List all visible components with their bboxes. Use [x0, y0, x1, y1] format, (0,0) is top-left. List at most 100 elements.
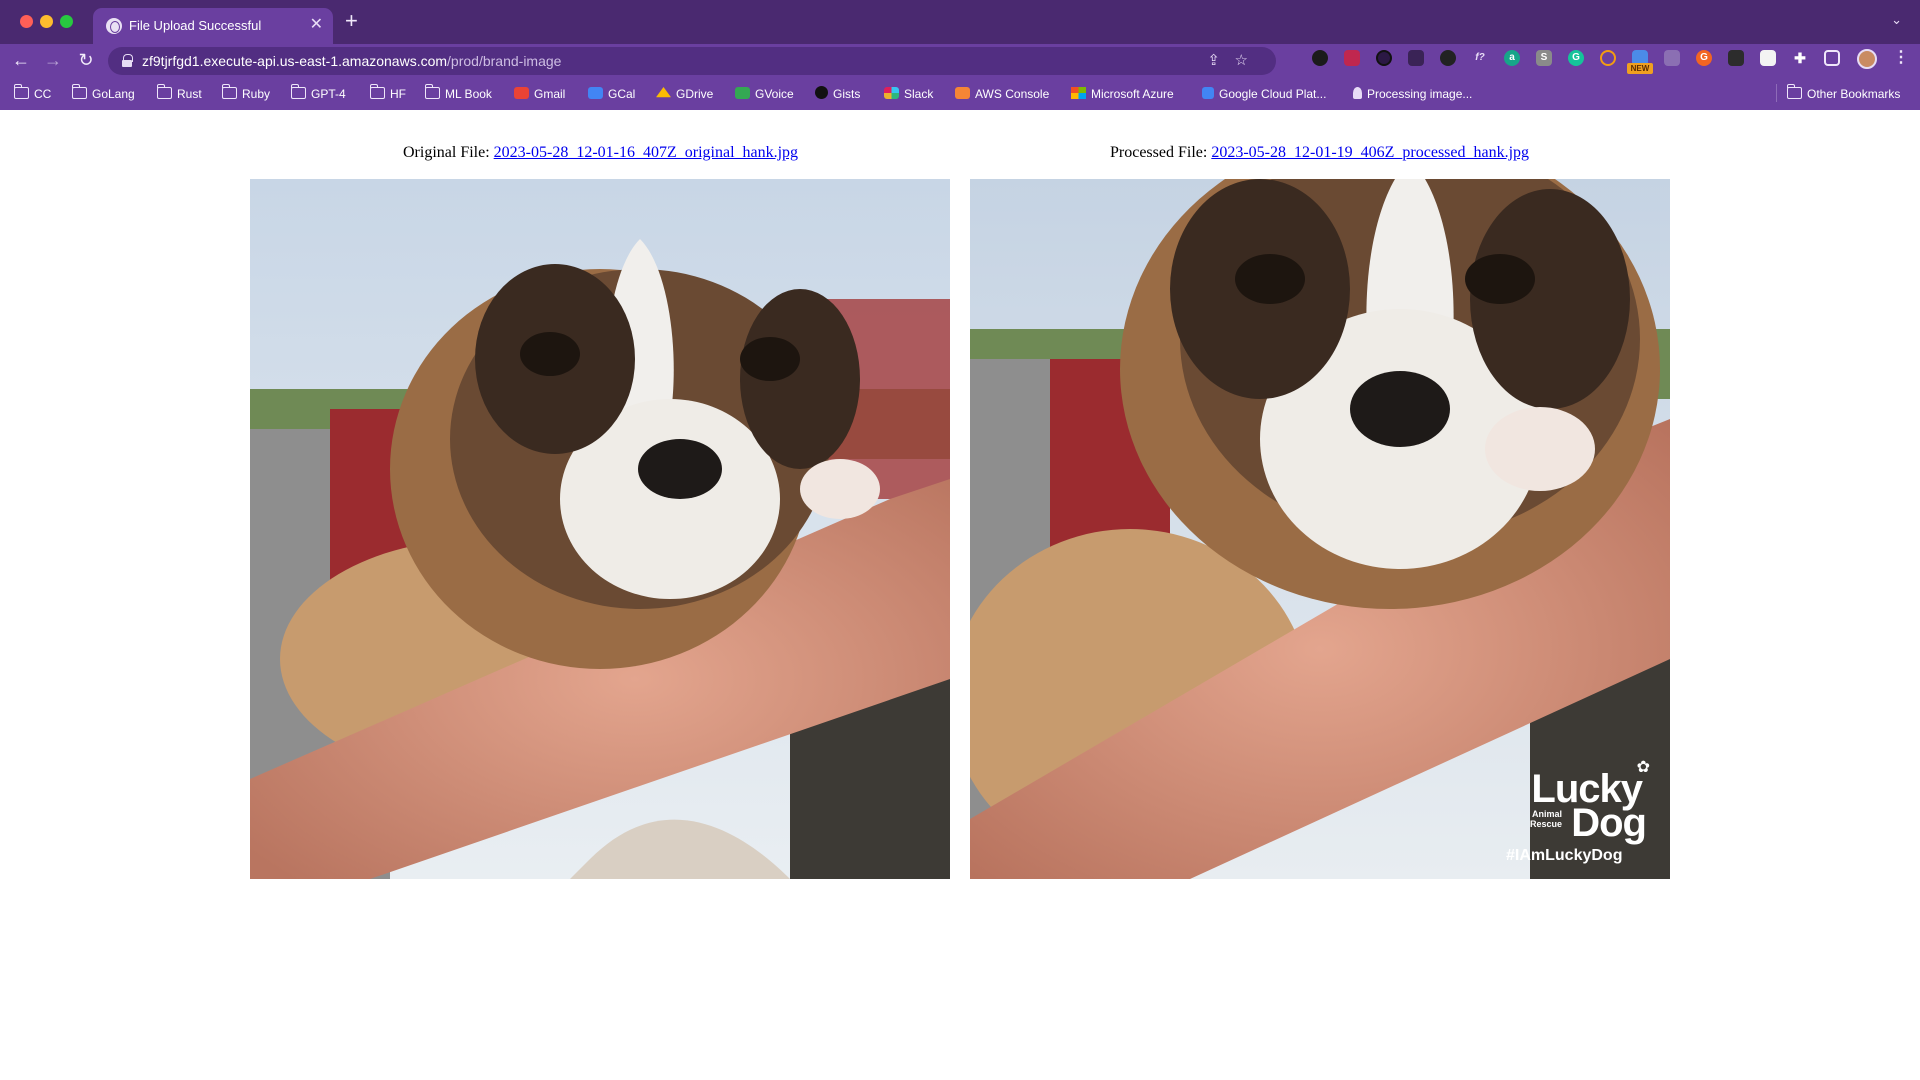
extension-icon-14[interactable] [1728, 50, 1744, 66]
folder-icon [157, 84, 172, 99]
gmail-icon [514, 87, 529, 99]
bookmark-label: CC [34, 87, 52, 101]
puzzle-icon[interactable]: ✚ [1792, 50, 1808, 66]
gcp-icon [1202, 87, 1214, 99]
bookmark-label: Rust [177, 87, 202, 101]
bookmarks-divider [1776, 84, 1777, 102]
extension-icon-1[interactable] [1312, 50, 1328, 66]
bookmark-ruby[interactable]: Ruby [222, 84, 270, 103]
gdrive-icon [656, 87, 671, 98]
extension-icon-13[interactable]: G [1696, 50, 1712, 66]
original-file-caption: Original File: 2023-05-28_12-01-16_407Z_… [403, 144, 798, 162]
bookmark-gdrive[interactable]: GDrive [656, 85, 713, 103]
avatar[interactable] [1857, 49, 1877, 69]
close-window-button[interactable] [20, 15, 33, 28]
bookmark-label: AWS Console [975, 87, 1050, 101]
extension-icon-9[interactable]: G [1568, 50, 1584, 66]
extension-icon-12[interactable] [1664, 50, 1680, 66]
folder-icon [370, 84, 385, 99]
extension-icon-6[interactable]: f? [1472, 50, 1488, 66]
sidebar-icon[interactable] [1824, 50, 1840, 66]
back-button[interactable]: ← [10, 49, 32, 71]
extension-icon-10[interactable] [1600, 50, 1616, 66]
bookmark-label: Processing image... [1367, 87, 1473, 101]
bookmark-label: GVoice [755, 87, 794, 101]
bookmark-gpt4[interactable]: GPT-4 [291, 84, 346, 103]
new-badge: NEW [1627, 63, 1653, 74]
bookmark-aws-console[interactable]: AWS Console [955, 85, 1049, 103]
globe-icon [106, 18, 122, 34]
watermark-rescue: Rescue [1529, 819, 1562, 829]
bookmark-gcal[interactable]: GCal [588, 85, 635, 103]
lucky-dog-watermark: ✿ Lucky Animal Rescue Dog #IAmLuckyDog [1506, 757, 1656, 867]
extension-icon-15[interactable] [1760, 50, 1776, 66]
new-tab-button[interactable]: + [345, 10, 358, 32]
processed-file-label: Processed File: [1110, 144, 1212, 161]
folder-icon [14, 84, 29, 99]
folder-icon [222, 84, 237, 99]
extension-icon-3[interactable] [1376, 50, 1392, 66]
rocket-icon [1353, 87, 1362, 99]
puppy-photo-original [250, 179, 950, 879]
tab-file-upload[interactable]: File Upload Successful ✕ [93, 8, 333, 44]
bookmark-cc[interactable]: CC [14, 84, 52, 103]
other-bookmarks[interactable]: Other Bookmarks [1787, 84, 1900, 103]
azure-icon [1071, 87, 1086, 99]
original-image [250, 179, 950, 879]
fullscreen-window-button[interactable] [60, 15, 73, 28]
bookmark-processing-image[interactable]: Processing image... [1353, 85, 1472, 103]
minimize-window-button[interactable] [40, 15, 53, 28]
bookmark-label: GCal [608, 87, 636, 101]
url-path: /prod/brand-image [447, 53, 562, 69]
bookmark-hf[interactable]: HF [370, 84, 406, 103]
tab-strip: File Upload Successful ✕ + ⌄ [0, 0, 1920, 44]
folder-icon [72, 84, 87, 99]
bookmark-gmail[interactable]: Gmail [514, 85, 565, 103]
bookmark-google-cloud[interactable]: Google Cloud Plat... [1202, 85, 1326, 103]
folder-icon [425, 84, 440, 99]
bookmark-label: Gists [833, 87, 861, 101]
aws-icon [955, 87, 970, 99]
github-icon [815, 86, 828, 99]
bookmark-label: ML Book [445, 87, 492, 101]
share-icon[interactable]: ⇪ [1207, 52, 1220, 70]
original-file-link[interactable]: 2023-05-28_12-01-16_407Z_original_hank.j… [494, 144, 798, 161]
menu-icon[interactable]: ⋮ [1893, 47, 1909, 67]
forward-button[interactable]: → [42, 49, 64, 71]
reload-button[interactable]: ↻ [75, 49, 97, 71]
address-bar[interactable]: zf9tjrfgd1.execute-api.us-east-1.amazona… [108, 47, 1276, 75]
bookmark-microsoft-azure[interactable]: Microsoft Azure [1071, 85, 1174, 103]
bookmark-label: GDrive [676, 87, 714, 101]
bookmark-ml-book[interactable]: ML Book [425, 84, 492, 103]
extension-icon-2[interactable] [1344, 50, 1360, 66]
extension-icon-5[interactable] [1440, 50, 1456, 66]
processed-file-link[interactable]: 2023-05-28_12-01-19_406Z_processed_hank.… [1211, 144, 1529, 161]
folder-icon [1787, 84, 1802, 99]
bookmark-gists[interactable]: Gists [815, 85, 860, 103]
bookmark-star-icon[interactable]: ☆ [1235, 52, 1248, 70]
processed-image: ✿ Lucky Animal Rescue Dog #IAmLuckyDog [970, 179, 1670, 879]
watermark-dog: Dog [1571, 801, 1647, 845]
extension-icon-7[interactable]: a [1504, 50, 1520, 66]
close-tab-icon[interactable]: ✕ [310, 15, 323, 35]
original-file-label: Original File: [403, 144, 494, 161]
tab-title: File Upload Successful [129, 18, 262, 33]
bookmark-label: Google Cloud Plat... [1219, 87, 1327, 101]
bookmark-golang[interactable]: GoLang [72, 84, 135, 103]
page-content: Original File: 2023-05-28_12-01-16_407Z_… [0, 110, 1920, 1080]
slack-icon [884, 87, 899, 99]
url-text[interactable]: zf9tjrfgd1.execute-api.us-east-1.amazona… [142, 53, 561, 69]
bookmark-rust[interactable]: Rust [157, 84, 202, 103]
watermark-hashtag: #IAmLuckyDog [1506, 847, 1623, 864]
gcal-icon [588, 87, 603, 99]
gvoice-icon [735, 87, 750, 99]
bookmark-slack[interactable]: Slack [884, 85, 933, 103]
bookmark-label: HF [390, 87, 406, 101]
bookmark-gvoice[interactable]: GVoice [735, 85, 794, 103]
extension-icon-4[interactable] [1408, 50, 1424, 66]
url-host: zf9tjrfgd1.execute-api.us-east-1.amazona… [142, 53, 448, 69]
lock-icon[interactable] [122, 54, 133, 67]
bookmark-label: Slack [904, 87, 934, 101]
tab-search-chevron-icon[interactable]: ⌄ [1891, 12, 1902, 28]
extension-icon-8[interactable]: S [1536, 50, 1552, 66]
